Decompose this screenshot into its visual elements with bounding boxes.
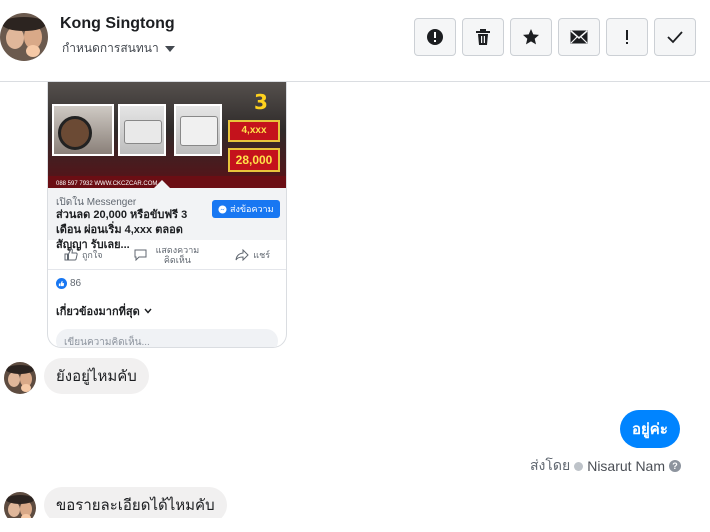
delete-button[interactable] bbox=[462, 18, 504, 56]
like-button[interactable]: ถูกใจ bbox=[64, 248, 103, 262]
conversation-header: Kong Singtong กำหนดการสนทนา bbox=[0, 0, 710, 82]
promo-price-discount: 28,000 bbox=[228, 148, 280, 172]
message-bubble-incoming[interactable]: ยังอยู่ไหมคับ bbox=[44, 358, 149, 394]
help-icon[interactable]: ? bbox=[669, 460, 681, 472]
contact-avatar[interactable] bbox=[0, 13, 48, 61]
shared-post-card[interactable]: 3 4,xxx 28,000 088 597 7932 WWW.CKCZCAR.… bbox=[47, 82, 287, 348]
promo-number: 3 bbox=[254, 90, 268, 114]
conversation-settings-dropdown[interactable]: กำหนดการสนทนา bbox=[62, 39, 175, 58]
sent-by-name[interactable]: Nisarut Nam bbox=[587, 458, 665, 474]
send-message-label: ส่งข้อความ bbox=[230, 204, 274, 214]
share-label: แชร์ bbox=[253, 249, 271, 260]
like-count[interactable]: 86 bbox=[56, 278, 81, 289]
sent-by-info: ส่งโดย Nisarut Nam ? bbox=[530, 455, 681, 477]
like-count-value: 86 bbox=[70, 278, 82, 289]
check-icon bbox=[667, 31, 683, 44]
image-footer-text: 088 597 7932 WWW.CKCZCAR.COM bbox=[56, 181, 158, 187]
promo-price-monthly: 4,xxx bbox=[228, 120, 280, 142]
conversation-settings-label: กำหนดการสนทนา bbox=[62, 41, 159, 55]
contact-name[interactable]: Kong Singtong bbox=[60, 15, 175, 33]
important-icon bbox=[626, 30, 628, 44]
comment-label: แสดงความคิดเห็น bbox=[155, 244, 200, 265]
message-bubble-outgoing[interactable]: อยู่ค่ะ bbox=[620, 410, 680, 448]
like-label: ถูกใจ bbox=[81, 249, 103, 260]
trash-icon bbox=[476, 29, 490, 45]
send-message-button[interactable]: ส่งข้อความ bbox=[212, 200, 280, 218]
comment-button[interactable]: แสดงความคิดเห็น bbox=[134, 245, 203, 265]
share-icon bbox=[235, 248, 250, 261]
mark-unread-button[interactable] bbox=[558, 18, 600, 56]
report-button[interactable] bbox=[414, 18, 456, 56]
post-link-preview[interactable]: เปิดใน Messenger ส่วนลด 20,000 หรือขับฟร… bbox=[48, 188, 286, 251]
post-image[interactable]: 3 4,xxx 28,000 088 597 7932 WWW.CKCZCAR.… bbox=[48, 82, 286, 188]
star-icon bbox=[523, 29, 539, 45]
sent-by-prefix: ส่งโดย bbox=[530, 457, 571, 473]
comment-sort-label: เกี่ยวข้องมากที่สุด bbox=[56, 306, 140, 318]
comment-sort-dropdown[interactable]: เกี่ยวข้องมากที่สุด bbox=[56, 302, 152, 320]
messenger-icon bbox=[218, 204, 227, 214]
comment-icon bbox=[134, 249, 147, 261]
chevron-down-icon bbox=[144, 308, 152, 314]
mail-icon bbox=[570, 30, 588, 44]
mark-done-button[interactable] bbox=[654, 18, 696, 56]
star-button[interactable] bbox=[510, 18, 552, 56]
like-reaction-icon bbox=[56, 278, 67, 289]
mark-important-button[interactable] bbox=[606, 18, 648, 56]
image-panel bbox=[52, 104, 114, 156]
share-button[interactable]: แชร์ bbox=[235, 248, 270, 262]
thumbs-up-icon bbox=[64, 248, 78, 261]
seen-check-icon bbox=[574, 461, 584, 471]
image-panel bbox=[174, 104, 222, 156]
sender-avatar[interactable] bbox=[4, 362, 36, 394]
caret-down-icon bbox=[164, 45, 175, 52]
image-panel bbox=[118, 104, 166, 156]
alert-icon bbox=[427, 29, 443, 45]
conversation-toolbar bbox=[414, 18, 696, 56]
comment-input[interactable]: เขียนความคิดเห็น... bbox=[56, 329, 278, 347]
post-actions: ถูกใจ แสดงความคิดเห็น แชร์ bbox=[48, 240, 286, 270]
